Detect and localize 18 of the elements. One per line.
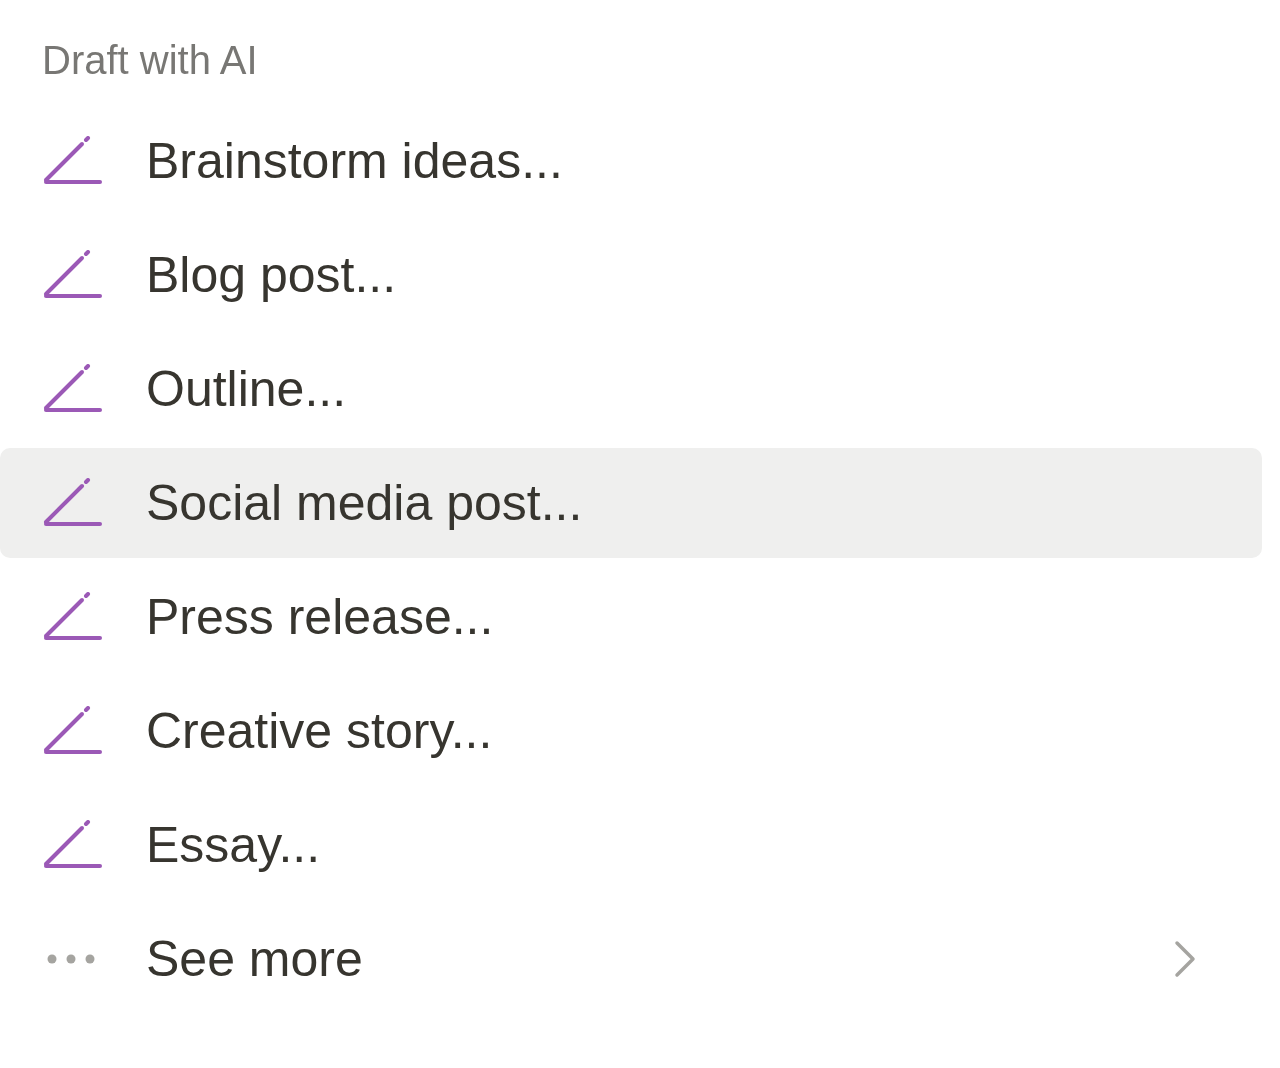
section-heading: Draft with AI [41, 37, 258, 84]
chevron-right-icon [1172, 939, 1198, 979]
pencil-icon [42, 592, 104, 642]
pencil-icon [42, 706, 104, 756]
more-icon [47, 954, 95, 964]
pencil-icon [42, 820, 104, 870]
menu-item[interactable]: Press release... [0, 562, 1262, 672]
pencil-icon [42, 250, 104, 300]
menu-item[interactable]: Creative story... [0, 676, 1262, 786]
menu-item[interactable]: Essay... [0, 790, 1262, 900]
menu-item[interactable]: Outline... [0, 334, 1262, 444]
menu-item[interactable]: See more [0, 904, 1262, 1014]
menu-item[interactable]: Blog post... [0, 220, 1262, 330]
menu-item[interactable]: Social media post... [0, 448, 1262, 558]
pencil-icon [42, 364, 104, 414]
menu-item[interactable]: Brainstorm ideas... [0, 106, 1262, 216]
pencil-icon [42, 478, 104, 528]
pencil-icon [42, 136, 104, 186]
